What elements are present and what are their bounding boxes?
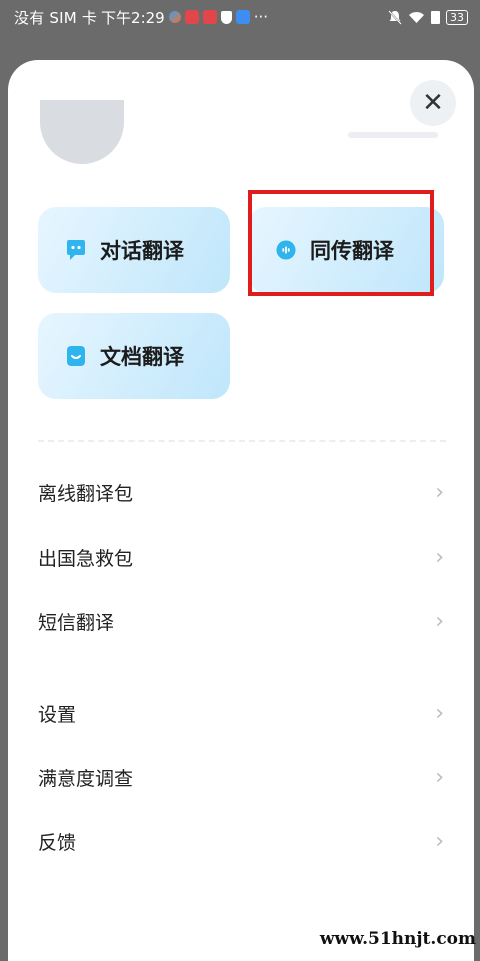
document-translation-button[interactable]: 文档翻译 [38, 313, 230, 399]
wifi-icon [409, 11, 424, 23]
document-icon [67, 346, 85, 366]
app-notification-icon [184, 10, 199, 24]
carrier-text: 没有 SIM 卡 [14, 8, 98, 27]
time-text: 下午2:29 [101, 8, 165, 27]
app-notification-icon [168, 11, 181, 23]
sim-alert-icon [431, 10, 440, 24]
menu-item-offline-pack[interactable]: 离线翻译包 › [38, 472, 446, 512]
avatar[interactable] [40, 100, 124, 164]
menu-item-sms-translation[interactable]: 短信翻译 › [38, 601, 446, 641]
battery-indicator: 33 [446, 9, 468, 25]
close-icon: ✕ [422, 88, 444, 118]
more-notifications-text: ··· [253, 8, 269, 26]
menu-item-label: 设置 [38, 703, 77, 726]
menu-item-feedback[interactable]: 反馈 › [38, 821, 446, 861]
menu-sheet: ✕ 对话翻译 同传翻译 文档翻译 离线翻译包 › 出国急救包 › 短信翻译 › … [8, 60, 474, 961]
chevron-right-icon: › [435, 479, 444, 505]
menu-item-label: 出国急救包 [38, 547, 134, 570]
app-notification-icon [202, 10, 217, 24]
status-left: 没有 SIM 卡 下午2:29 ··· [14, 7, 268, 28]
menu-item-travel-emergency-kit[interactable]: 出国急救包 › [38, 537, 446, 577]
username-placeholder [348, 132, 438, 138]
shield-icon [220, 10, 232, 24]
chat-bubble-icon [67, 240, 85, 260]
dialogue-translation-button[interactable]: 对话翻译 [38, 207, 230, 293]
dialogue-translation-label: 对话翻译 [100, 239, 184, 263]
site-watermark: www.51hnjt.com [319, 929, 476, 949]
menu-item-label: 反馈 [38, 831, 77, 854]
status-bar: 没有 SIM 卡 下午2:29 ··· 33 [0, 0, 480, 34]
document-translation-label: 文档翻译 [100, 345, 184, 369]
close-button[interactable]: ✕ [410, 80, 456, 126]
chevron-right-icon: › [435, 544, 444, 570]
chevron-right-icon: › [435, 700, 444, 726]
cloud-icon [235, 10, 250, 24]
section-divider [38, 440, 446, 442]
mute-bell-icon [388, 9, 402, 25]
chevron-right-icon: › [435, 828, 444, 854]
menu-item-settings[interactable]: 设置 › [38, 693, 446, 733]
menu-item-label: 离线翻译包 [38, 482, 134, 505]
menu-item-satisfaction-survey[interactable]: 满意度调查 › [38, 757, 446, 797]
status-right: 33 [388, 9, 468, 25]
chevron-right-icon: › [435, 764, 444, 790]
menu-item-label: 满意度调查 [38, 767, 134, 790]
menu-item-label: 短信翻译 [38, 611, 115, 634]
highlight-annotation-box [248, 190, 434, 296]
chevron-right-icon: › [435, 608, 444, 634]
